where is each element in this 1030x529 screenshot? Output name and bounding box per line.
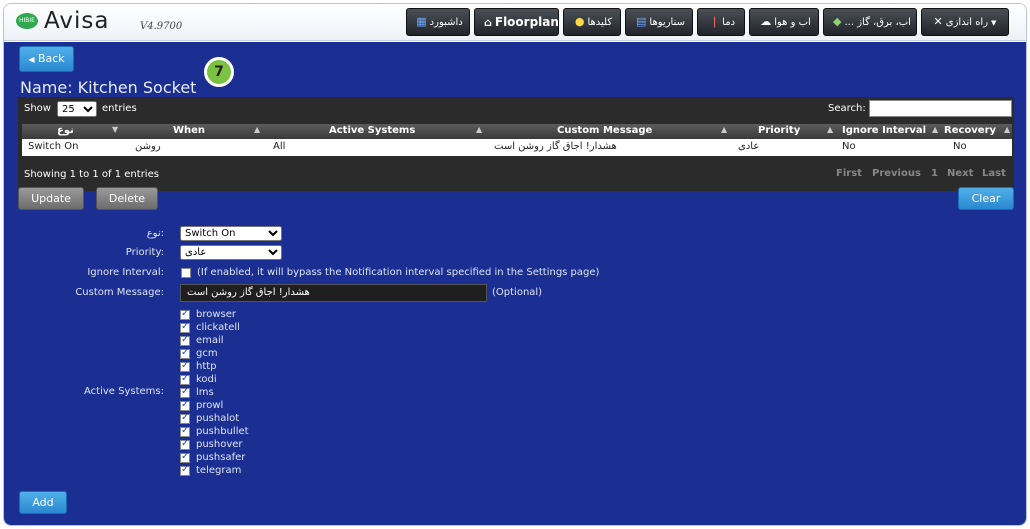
col-custom-message[interactable]: Custom Message	[557, 125, 652, 136]
nav-utilities[interactable]: ◆... اب، برق، گاز	[823, 8, 917, 36]
update-button[interactable]: Update	[18, 187, 84, 210]
col-recovery[interactable]: Recovery	[944, 125, 996, 136]
cell-type: Switch On	[28, 141, 79, 152]
bulb-icon: ●	[574, 15, 585, 28]
checkbox[interactable]	[180, 438, 190, 450]
page-title: Name: Kitchen Socket	[20, 78, 197, 97]
checkbox[interactable]	[180, 425, 190, 437]
checkbox[interactable]	[180, 451, 190, 463]
cell-recovery: No	[953, 141, 967, 152]
sort-icon: ▲	[932, 125, 939, 134]
checkbox[interactable]	[180, 360, 190, 372]
notifications-table: Show 25 entries Search: نوع ▼ When ▲ Act…	[18, 97, 1014, 191]
back-button[interactable]: ◀ Back	[19, 46, 74, 72]
thermometer-icon: ❘	[709, 15, 720, 28]
nav-temperature[interactable]: ❘ دما	[697, 8, 745, 36]
pager-page-1[interactable]: 1	[931, 166, 938, 182]
optional-note: (Optional)	[492, 287, 543, 298]
logo-badge: HIBIE	[16, 13, 38, 29]
checkbox[interactable]	[180, 321, 190, 333]
home-icon: ⌂	[484, 16, 492, 29]
col-priority[interactable]: Priority	[758, 125, 800, 136]
priority-select[interactable]: عادی	[180, 245, 282, 260]
pager-next[interactable]: Next	[947, 166, 973, 182]
sort-icon: ▲	[827, 125, 834, 134]
custom-message-input[interactable]: هشدار! اجاق گاز روشن است	[180, 284, 487, 302]
table-info: Showing 1 to 1 of 1 entries	[24, 169, 159, 180]
search-label: Search:	[828, 103, 866, 114]
nav-weather[interactable]: ☁ اب و هوا	[749, 8, 819, 36]
tools-icon: ✕	[933, 15, 943, 28]
cell-ignore-interval: No	[842, 141, 856, 152]
clear-button[interactable]: Clear	[958, 187, 1014, 210]
priority-label: Priority:	[125, 247, 164, 258]
nav-dashboard[interactable]: ▦ داشبورد	[406, 8, 470, 36]
app-window: HIBIE Avisa V4.9700 ▦ داشبورد ⌂ Floorplan …	[3, 3, 1027, 526]
gas-icon: ◆	[833, 15, 842, 28]
type-select[interactable]: Switch On	[180, 226, 282, 241]
cloud-icon: ☁	[760, 15, 772, 28]
arrow-left-icon: ◀	[28, 55, 35, 64]
checkbox[interactable]	[180, 347, 190, 359]
page-size-select[interactable]: 25	[57, 101, 97, 117]
checkbox[interactable]	[180, 386, 190, 398]
cell-when: روشن	[135, 141, 161, 152]
sort-icon: ▲	[721, 125, 728, 134]
table-row[interactable]: Switch On روشن All هشدار! اجاق گاز روشن …	[22, 139, 1012, 156]
col-ignore-interval[interactable]: Ignore Interval	[842, 125, 926, 136]
checkbox[interactable]	[180, 373, 190, 385]
type-label: نوع:	[146, 228, 164, 239]
sort-icon: ▲	[476, 125, 483, 134]
app-name: Avisa	[44, 8, 110, 34]
checkbox[interactable]	[180, 464, 190, 476]
delete-button[interactable]: Delete	[96, 187, 158, 210]
nav-scenes[interactable]: ▤ سناریوها	[625, 8, 693, 36]
entries-label: entries	[102, 103, 137, 114]
pager-first[interactable]: First	[836, 166, 862, 182]
top-bar: HIBIE Avisa V4.9700 ▦ داشبورد ⌂ Floorplan …	[4, 4, 1026, 41]
nav-setup[interactable]: ✕ راه اندازی ▼	[921, 8, 1009, 36]
main-content: ◀ Back 7 Name: Kitchen Socket Show 25 en…	[4, 42, 1026, 525]
search-input[interactable]	[869, 100, 1012, 117]
cell-active-systems: All	[273, 141, 286, 152]
ignore-interval-checkbox[interactable]	[181, 268, 191, 278]
table-footer: Showing 1 to 1 of 1 entries First Previo…	[18, 159, 1014, 191]
ignore-interval-label: Ignore Interval:	[87, 267, 164, 278]
sort-icon: ▲	[254, 125, 261, 134]
step-badge: 7	[204, 57, 234, 87]
nav-switches[interactable]: ● کلیدها	[563, 8, 621, 36]
custom-message-label: Custom Message:	[75, 287, 164, 298]
show-label: Show	[24, 103, 51, 114]
app-version: V4.9700	[140, 21, 183, 32]
col-type[interactable]: نوع	[57, 125, 74, 136]
col-when[interactable]: When	[173, 125, 205, 136]
ignore-interval-note: (If enabled, it will bypass the Notifica…	[197, 267, 600, 278]
nav-floorplan[interactable]: ⌂ Floorplan	[474, 8, 559, 36]
table-header: نوع ▼ When ▲ Active Systems ▲ Custom Mes…	[22, 124, 1012, 139]
cell-custom-message: هشدار! اجاق گاز روشن است	[494, 141, 617, 152]
active-systems-label: Active Systems:	[84, 386, 164, 397]
sort-icon: ▼	[112, 125, 119, 134]
cell-priority: عادی	[738, 141, 760, 152]
chevron-down-icon: ▼	[991, 19, 997, 27]
checkbox[interactable]	[180, 412, 190, 424]
clapper-icon: ▤	[636, 15, 647, 28]
sort-icon: ▲	[1004, 125, 1011, 134]
pager-previous[interactable]: Previous	[872, 166, 921, 182]
checkbox[interactable]	[180, 308, 190, 320]
pager-last[interactable]: Last	[982, 166, 1006, 182]
checkbox[interactable]	[180, 334, 190, 346]
table-controls: Show 25 entries Search:	[18, 97, 1014, 121]
checkbox[interactable]	[180, 399, 190, 411]
col-active-systems[interactable]: Active Systems	[329, 125, 415, 136]
add-button[interactable]: Add	[19, 491, 67, 514]
dashboard-icon: ▦	[416, 15, 427, 28]
